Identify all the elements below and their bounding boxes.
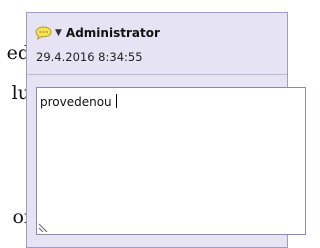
comment-text-field[interactable]: provedenou — [36, 87, 306, 235]
resize-grip-icon[interactable] — [38, 220, 50, 232]
comment-popup: ▼ Administrator 29.4.2016 8:34:55 proved… — [26, 12, 306, 248]
speech-bubble-icon — [35, 26, 52, 40]
text-caret — [115, 94, 117, 108]
comment-timestamp: 29.4.2016 8:34:55 — [36, 50, 143, 64]
header-divider — [27, 74, 287, 75]
comment-author: Administrator — [65, 26, 160, 40]
comment-author-menu[interactable]: ▼ Administrator — [35, 25, 160, 41]
chevron-down-icon[interactable]: ▼ — [55, 28, 62, 38]
comment-header: ▼ Administrator 29.4.2016 8:34:55 — [27, 13, 287, 69]
comment-text: provedenou — [40, 94, 117, 109]
